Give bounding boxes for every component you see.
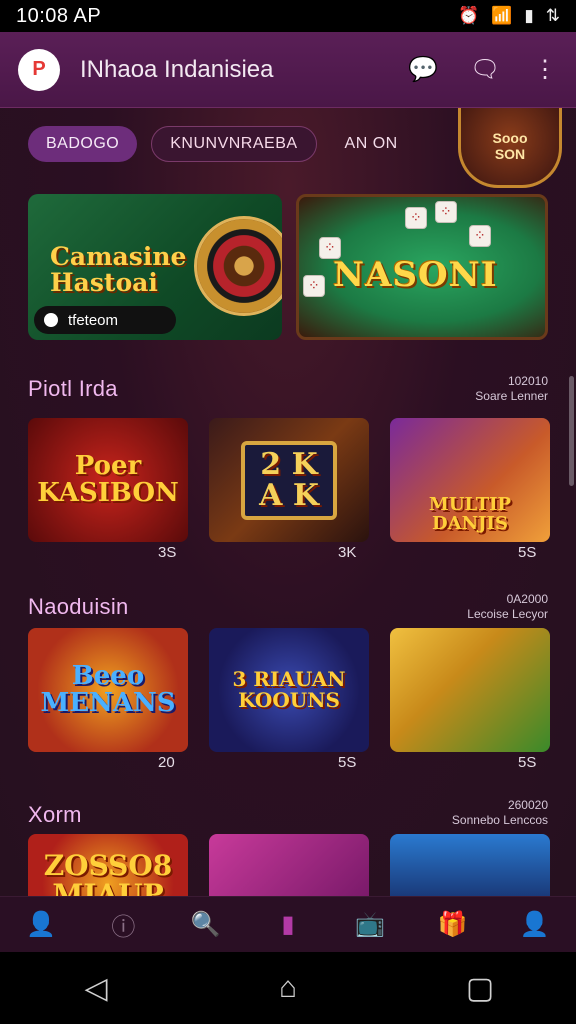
main-content[interactable]: Sooo SON BADOGO KNUNVNRAEBA AN ON Camasi… xyxy=(0,108,576,896)
system-nav: ◁ ⌂ ▢ xyxy=(0,952,576,1024)
game-card[interactable] xyxy=(390,834,550,896)
scrollbar[interactable] xyxy=(569,376,574,486)
dice-icon xyxy=(303,275,325,297)
game-card-title: Beeo MENANS xyxy=(40,660,176,718)
game-card-title: 2 K A K xyxy=(241,440,337,520)
section-meta-bottom: Soare Lenner xyxy=(475,389,548,403)
game-card-title: MULTIP DANJIS xyxy=(428,494,512,535)
promo-line2: SON xyxy=(494,145,526,162)
bookmark-icon[interactable]: ▮ xyxy=(266,910,310,939)
roulette-wheel-image xyxy=(194,216,282,316)
app-logo[interactable]: P xyxy=(18,48,60,91)
promo-line1: Sooo xyxy=(492,130,528,147)
banner-left-title: Camasine Hastoai xyxy=(50,242,187,298)
game-card-count: 5S xyxy=(518,754,537,771)
status-bar: 10:08 AP ⏰ 📶 ▮ ⇅ xyxy=(0,0,576,32)
section-title: Piotl Irda xyxy=(28,376,118,401)
gift-icon[interactable]: 🎁 xyxy=(431,910,475,939)
profile-icon[interactable]: 👤 xyxy=(19,910,63,939)
game-card-count: 5S xyxy=(518,544,537,561)
dice-icon xyxy=(405,207,427,229)
logo-text: P xyxy=(32,58,46,80)
chip-an-on[interactable]: AN ON xyxy=(331,126,412,162)
game-card[interactable]: Beeo MENANS xyxy=(28,628,188,752)
search-icon[interactable]: 🔍 xyxy=(184,910,228,939)
chat-icon[interactable]: 💬 xyxy=(408,55,438,84)
section-title: Xorm xyxy=(28,802,82,827)
section-title: Naoduisin xyxy=(28,594,129,619)
game-card-title: ZOSSO8 MIAUP xyxy=(43,848,173,896)
category-chips: BADOGO KNUNVNRAEBA AN ON xyxy=(28,126,412,162)
section-meta-top: 0A2000 xyxy=(506,592,548,606)
dice-icon xyxy=(435,201,457,223)
game-card[interactable]: 3 RIAUAN KOOUNS xyxy=(209,628,369,752)
game-card-count: 3S xyxy=(158,544,177,561)
more-icon[interactable]: ⋮ xyxy=(532,55,558,84)
battery-icon: ▮ xyxy=(524,6,534,25)
game-card-title: Poer KASIBON xyxy=(37,450,179,508)
message-icon[interactable]: 🗨 xyxy=(470,55,500,84)
app-title: INhaoa Indanisiea xyxy=(80,55,274,83)
section-meta-top: 102010 xyxy=(507,374,548,388)
game-card[interactable]: 2 K A K xyxy=(209,418,369,542)
section-meta: 102010 Soare Lenner xyxy=(475,374,548,404)
bottom-nav: 👤 ⓘ 🔍 ▮ 📺 🎁 👤 xyxy=(0,896,576,952)
section-meta: 260020 Sonnebo Lenccos xyxy=(452,798,548,828)
account-icon[interactable]: 👤 xyxy=(513,910,557,939)
section-meta-bottom: Lecoise Lecyor xyxy=(467,607,548,621)
info-icon[interactable]: ⓘ xyxy=(101,907,145,942)
section-meta-top: 260020 xyxy=(507,798,548,812)
chip-badogo[interactable]: BADOGO xyxy=(28,126,138,162)
section-meta: 0A2000 Lecoise Lecyor xyxy=(467,592,548,622)
section-meta-bottom: Sonnebo Lenccos xyxy=(451,813,548,827)
pill-dot-icon xyxy=(44,313,58,327)
status-time: 10:08 AP xyxy=(16,4,102,27)
chip-knunvnraeba[interactable]: KNUNVNRAEBA xyxy=(151,126,317,162)
banner-left-pill[interactable]: tfeteom xyxy=(34,306,176,334)
back-icon[interactable]: ◁ xyxy=(66,971,126,1006)
alarm-icon: ⏰ xyxy=(458,6,480,25)
promo-badge[interactable]: Sooo SON xyxy=(458,108,562,188)
data-icon: ⇅ xyxy=(545,6,560,25)
banner-left-pill-label: tfeteom xyxy=(68,311,119,329)
game-card[interactable] xyxy=(209,834,369,896)
dice-icon xyxy=(469,225,491,247)
tv-icon[interactable]: 📺 xyxy=(348,910,392,939)
banner-right[interactable]: NASONI xyxy=(296,194,548,340)
app-bar: P INhaoa Indanisiea 💬 🗨 ⋮ xyxy=(0,32,576,108)
game-card-count: 20 xyxy=(158,754,175,771)
game-card[interactable]: Poer KASIBON xyxy=(28,418,188,542)
game-card[interactable]: MULTIP DANJIS xyxy=(390,418,550,542)
banner-right-title: NASONI xyxy=(333,255,498,295)
wifi-icon: 📶 xyxy=(491,6,513,25)
banner-left[interactable]: Camasine Hastoai tfeteom xyxy=(28,194,282,340)
home-icon[interactable]: ⌂ xyxy=(258,971,318,1005)
game-card[interactable]: ZOSSO8 MIAUP xyxy=(28,834,188,896)
game-card-title: 3 RIAUAN KOOUNS xyxy=(232,667,346,712)
game-card[interactable] xyxy=(390,628,550,752)
recents-icon[interactable]: ▢ xyxy=(450,971,510,1006)
game-card-count: 3K xyxy=(338,544,357,561)
game-card-count: 5S xyxy=(338,754,357,771)
